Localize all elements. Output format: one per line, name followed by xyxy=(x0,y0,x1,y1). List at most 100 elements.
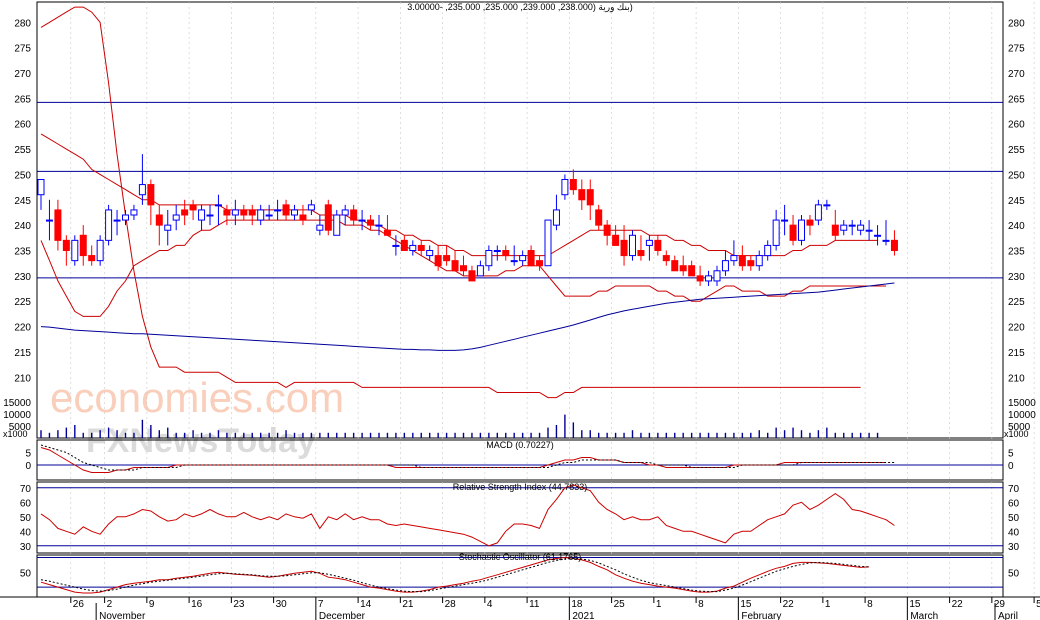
price-tick-left: 220 xyxy=(14,323,31,334)
macd-tick-left: 0 xyxy=(25,461,31,472)
candle-body xyxy=(806,219,814,226)
candle-body xyxy=(823,204,831,207)
candle-body xyxy=(181,209,189,216)
candle-body xyxy=(595,209,603,226)
candle-body xyxy=(882,239,890,242)
x-month-label: November xyxy=(99,611,146,620)
chart-background xyxy=(0,0,1040,620)
candle-body xyxy=(772,219,780,246)
price-tick-right: 245 xyxy=(1008,196,1025,207)
rsi-tick-right: 40 xyxy=(1008,527,1020,538)
candle-body xyxy=(172,214,180,221)
x-tick-label: 8 xyxy=(867,599,873,610)
stock-chart: economies.com FXNewsToday 210 210215 21522… xyxy=(0,0,1040,620)
candle-body xyxy=(240,209,248,216)
candle-body xyxy=(510,260,518,263)
candle-body xyxy=(730,255,738,262)
candle-body xyxy=(383,229,391,236)
x-tick-label: 29 xyxy=(994,599,1006,610)
x-tick-label: 22 xyxy=(783,599,795,610)
candle-body xyxy=(426,250,434,257)
price-tick-left: 210 xyxy=(14,373,31,384)
price-tick-right: 250 xyxy=(1008,170,1025,181)
candle-body xyxy=(265,214,273,217)
candle-body xyxy=(257,209,265,221)
price-tick-left: 235 xyxy=(14,247,31,258)
candle-body xyxy=(654,239,662,252)
candle-body xyxy=(814,204,822,221)
candle-body xyxy=(527,250,535,267)
candle-body xyxy=(468,270,476,282)
candle-body xyxy=(37,179,45,196)
candle-body xyxy=(147,184,155,206)
candle-body xyxy=(493,250,501,252)
candle-body xyxy=(857,224,865,231)
x-month-label: March xyxy=(910,611,938,620)
candle-body xyxy=(62,239,70,252)
candle-body xyxy=(71,239,79,262)
candle-body xyxy=(629,234,636,257)
candle-body xyxy=(400,239,408,252)
candle-body xyxy=(122,214,129,221)
candle-body xyxy=(840,224,848,231)
price-tick-left: 245 xyxy=(14,196,31,207)
candle-body xyxy=(578,189,586,201)
candle-body xyxy=(569,179,577,191)
candle-body xyxy=(460,265,467,272)
candle-body xyxy=(544,219,552,267)
x-tick-label: 1 xyxy=(825,599,831,610)
candle-body xyxy=(367,219,375,226)
candle-body xyxy=(45,219,53,222)
price-tick-left: 250 xyxy=(14,170,31,181)
price-tick-left: 225 xyxy=(14,297,31,308)
x-tick-label: 23 xyxy=(233,599,245,610)
candle-body xyxy=(96,239,104,262)
x-month-label: December xyxy=(319,611,366,620)
volume-tick-left: 10000 xyxy=(3,410,31,421)
candle-body xyxy=(536,260,544,267)
candle-body xyxy=(223,209,231,216)
candle-body xyxy=(88,255,96,262)
candle-body xyxy=(831,224,839,236)
candle-body xyxy=(688,265,696,277)
x-tick-label: 7 xyxy=(318,599,324,610)
candle-body xyxy=(358,219,366,222)
stochastic-title: Stochastic Oscillator (61.1765) xyxy=(459,552,582,562)
candle-body xyxy=(662,255,670,262)
macd-tick-right: 0 xyxy=(1008,461,1014,472)
x-tick-label: 21 xyxy=(402,599,414,610)
candle-body xyxy=(603,224,611,236)
candle-body xyxy=(307,204,315,211)
candle-body xyxy=(798,219,805,241)
candle-body xyxy=(164,224,172,231)
x-tick-label: 15 xyxy=(909,599,921,610)
candle-body xyxy=(645,239,653,246)
rsi-tick-right: 30 xyxy=(1008,542,1020,553)
candle-body xyxy=(138,184,146,196)
candle-body xyxy=(392,244,400,247)
x-month-label: April xyxy=(998,611,1018,620)
watermark-economies: economies.com xyxy=(50,374,344,421)
macd-tick-right: 5 xyxy=(1008,449,1014,460)
candle-body xyxy=(434,255,442,267)
main-chart-title: 3.00000- ,235.000 ,235.000 ,239.000 ,238… xyxy=(407,2,633,13)
x-tick-label: 30 xyxy=(276,599,288,610)
x-tick-label: 9 xyxy=(149,599,155,610)
candle-body xyxy=(781,219,789,222)
candle-body xyxy=(214,204,222,207)
rsi-tick-left: 70 xyxy=(20,484,32,495)
price-tick-right: 230 xyxy=(1008,272,1025,283)
price-tick-left: 265 xyxy=(14,94,31,105)
rsi-tick-left: 30 xyxy=(20,542,32,553)
candle-body xyxy=(764,244,772,257)
x-tick-label: 1 xyxy=(656,599,662,610)
candle-body xyxy=(620,239,628,257)
candle-body xyxy=(443,255,451,262)
watermark-fxnewstoday: FXNewsToday xyxy=(86,422,316,460)
candle-body xyxy=(552,209,560,226)
candle-body xyxy=(409,244,417,252)
candle-body xyxy=(113,219,121,222)
x-tick-label: 15 xyxy=(740,599,752,610)
x-tick-label: 14 xyxy=(360,599,372,610)
candle-body xyxy=(231,209,239,216)
